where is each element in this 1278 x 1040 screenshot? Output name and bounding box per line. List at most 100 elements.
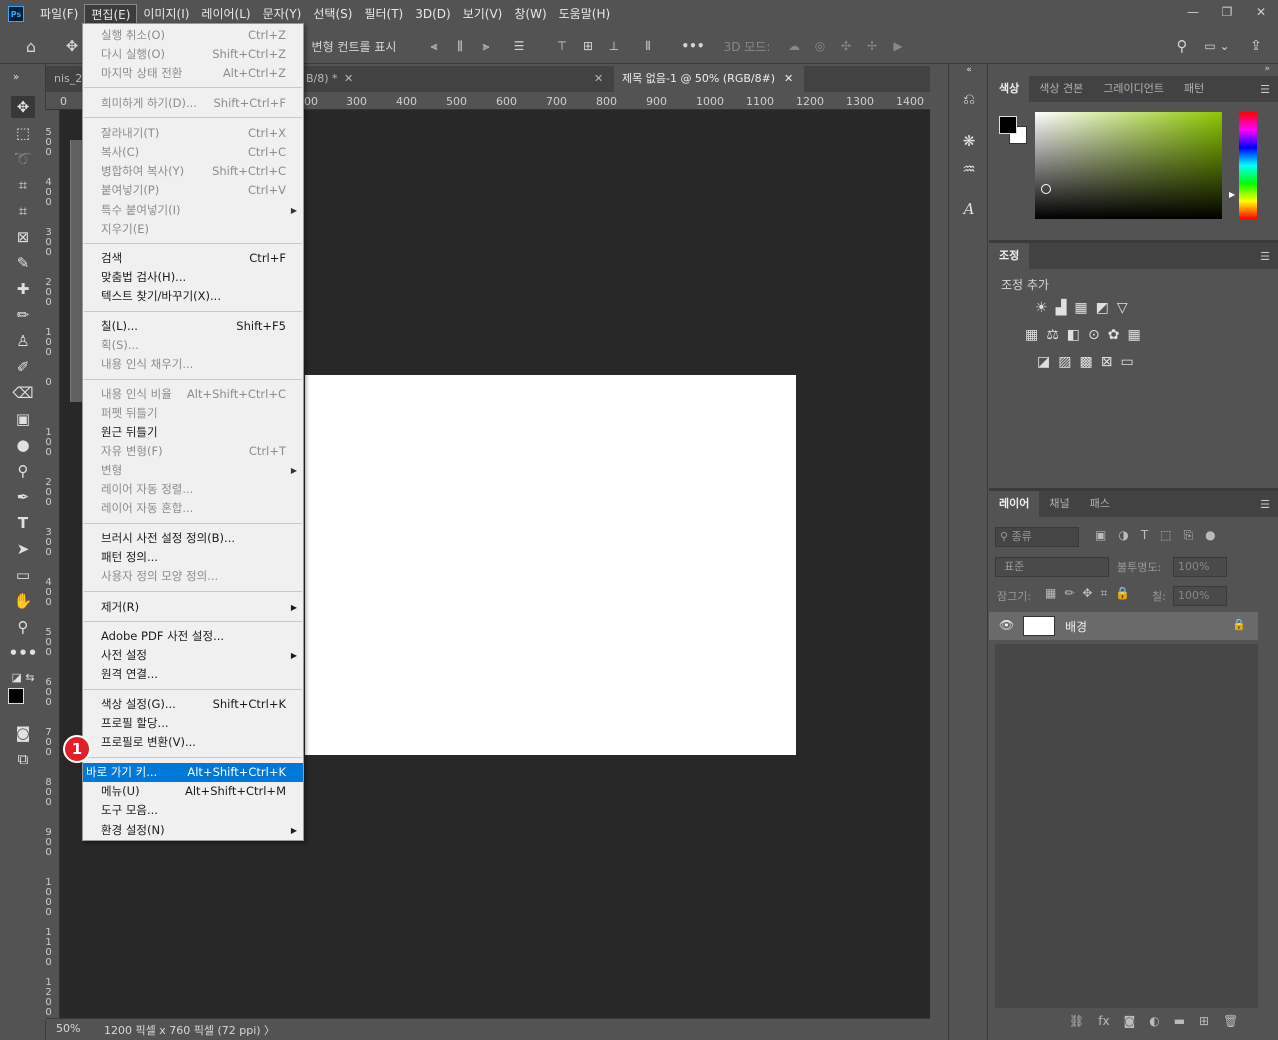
menu-item-cut[interactable]: 잘라내기(T) Ctrl+X xyxy=(83,124,303,143)
menu-item-convert-to-profile[interactable]: 프로필로 변환(V)... xyxy=(83,733,303,752)
zoom-tool-icon[interactable]: ⚲ xyxy=(11,616,35,638)
shape-filter-icon[interactable]: ⬚ xyxy=(1160,528,1171,543)
invert-icon[interactable]: ◪ xyxy=(1037,354,1050,370)
search-icon[interactable]: ⚲ xyxy=(1172,36,1192,56)
menu-item-toggle-last-state[interactable]: 마지막 상태 전환 Alt+Ctrl+Z xyxy=(83,64,303,83)
menu-3d[interactable]: 3D(D) xyxy=(409,4,456,24)
edit-toolbar-icon[interactable]: ••• xyxy=(9,642,38,664)
menu-item-menus[interactable]: 메뉴(U) Alt+Shift+Ctrl+M xyxy=(83,782,303,801)
posterize-icon[interactable]: ▨ xyxy=(1058,354,1071,370)
quick-mask-icon[interactable]: ◙ xyxy=(11,722,35,744)
zoom-level[interactable]: 50% xyxy=(56,1022,80,1035)
menu-item-purge[interactable]: 제거(R) ▶ xyxy=(83,598,303,617)
brush-tool-icon[interactable]: ✏ xyxy=(11,304,35,326)
menu-item-clear[interactable]: 지우기(E) xyxy=(83,220,303,239)
rectangle-tool-icon[interactable]: ▭ xyxy=(11,564,35,586)
character-icon[interactable]: A xyxy=(957,198,981,220)
frame-tool-icon[interactable]: ⊠ xyxy=(11,226,35,248)
menu-item-auto-align-layers[interactable]: 레이어 자동 정렬... xyxy=(83,480,303,499)
3d-pan-icon[interactable]: ✣ xyxy=(836,36,856,56)
adjustment-filter-icon[interactable]: ◑ xyxy=(1118,528,1128,543)
collapse-toolbar-icon[interactable]: » xyxy=(4,66,28,88)
hue-slider-arrow-icon[interactable]: ▶ xyxy=(1229,190,1235,199)
delete-layer-icon[interactable]: 🗑 xyxy=(1223,1014,1238,1028)
show-transform-controls-label[interactable]: 변형 컨트롤 표시 xyxy=(306,36,402,56)
history-brush-tool-icon[interactable]: ✐ xyxy=(11,356,35,378)
menu-item-undo[interactable]: 실행 취소(O) Ctrl+Z xyxy=(83,26,303,45)
color-lookup-icon[interactable]: ▦ xyxy=(1128,327,1141,343)
panel-menu-icon[interactable]: ☰ xyxy=(1260,250,1270,263)
path-selection-tool-icon[interactable]: ➤ xyxy=(11,538,35,560)
menu-filter[interactable]: 필터(T) xyxy=(358,4,409,24)
tab-close-icon[interactable]: ✕ xyxy=(784,66,793,92)
blend-mode-select[interactable]: 표준 xyxy=(995,557,1109,577)
menu-view[interactable]: 보기(V) xyxy=(457,4,509,24)
menu-file[interactable]: 파일(F) xyxy=(34,4,84,24)
link-layers-icon[interactable]: ⛓ xyxy=(1069,1014,1084,1028)
layer-row-background[interactable]: 👁 배경 🔒 xyxy=(989,612,1258,640)
blur-tool-icon[interactable]: ● xyxy=(11,434,35,456)
move-tool-icon[interactable]: ✥ xyxy=(62,36,82,56)
quick-select-tool-icon[interactable]: ⌗ xyxy=(11,174,35,196)
menu-item-redo[interactable]: 다시 실행(O) Shift+Ctrl+Z xyxy=(83,45,303,64)
menu-item-free-transform[interactable]: 자유 변형(F) Ctrl+T xyxy=(83,442,303,461)
lock-all-icon[interactable]: 🔒 xyxy=(1115,586,1130,601)
more-options-icon[interactable]: ••• xyxy=(682,36,705,56)
new-layer-icon[interactable]: ⊞ xyxy=(1199,1014,1209,1028)
vibrance-icon[interactable]: ▽ xyxy=(1117,300,1128,316)
menu-item-content-aware-scale[interactable]: 내용 인식 비율 Alt+Shift+Ctrl+C xyxy=(83,385,303,404)
collapse-panels-icon[interactable]: » xyxy=(1264,64,1270,74)
tab-patterns[interactable]: 패턴 xyxy=(1174,76,1214,102)
levels-icon[interactable]: ▟ xyxy=(1056,300,1067,316)
crop-tool-icon[interactable]: ⌗ xyxy=(11,200,35,222)
restore-button[interactable]: ❐ xyxy=(1210,0,1244,24)
type-filter-icon[interactable]: T xyxy=(1141,528,1148,543)
align-right-icon[interactable]: ⫸ xyxy=(478,36,494,56)
tab-swatches[interactable]: 색상 견본 xyxy=(1029,76,1093,102)
brightness-icon[interactable]: ☀ xyxy=(1035,300,1048,316)
menu-item-keyboard-shortcuts[interactable]: 바로 가기 키... Alt+Shift+Ctrl+K xyxy=(83,763,303,782)
opacity-input[interactable]: 100% xyxy=(1173,557,1227,577)
layer-style-icon[interactable]: fx xyxy=(1098,1014,1109,1028)
menu-layer[interactable]: 레이어(L) xyxy=(195,4,256,24)
color-picker-marker[interactable] xyxy=(1041,184,1051,194)
share-icon[interactable]: ⇪ xyxy=(1246,36,1266,56)
layer-name[interactable]: 배경 xyxy=(1065,618,1087,635)
eraser-tool-icon[interactable]: ⌫ xyxy=(11,382,35,404)
document-canvas[interactable] xyxy=(305,375,796,755)
align-left-icon[interactable]: ⫷ xyxy=(426,36,442,56)
menu-window[interactable]: 창(W) xyxy=(508,4,552,24)
healing-brush-tool-icon[interactable]: ✚ xyxy=(11,278,35,300)
color-balance-icon[interactable]: ⚖ xyxy=(1046,327,1059,343)
menu-item-search[interactable]: 검색 Ctrl+F xyxy=(83,249,303,268)
tab-close-icon[interactable]: ✕ xyxy=(344,66,353,92)
foreground-color-swatch[interactable] xyxy=(999,116,1017,134)
menu-item-paste[interactable]: 붙여넣기(P) Ctrl+V xyxy=(83,181,303,200)
workspace-icon[interactable]: ▭ ⌄ xyxy=(1202,36,1232,56)
menu-item-puppet-warp[interactable]: 퍼펫 뒤틀기 xyxy=(83,404,303,423)
align-middle-icon[interactable]: ⊞ xyxy=(580,36,596,56)
menu-item-content-aware-fill[interactable]: 내용 인식 채우기... xyxy=(83,355,303,374)
distribute-icon[interactable]: ☰ xyxy=(510,36,528,56)
swap-colors-icon[interactable]: ◪ ⇆ xyxy=(11,666,35,688)
menu-item-toolbar[interactable]: 도구 모음... xyxy=(83,801,303,820)
smart-object-filter-icon[interactable]: ⎘ xyxy=(1184,528,1194,543)
selective-color-icon[interactable]: ⊠ xyxy=(1101,354,1113,370)
menu-item-presets[interactable]: 사전 설정 ▶ xyxy=(83,646,303,665)
menu-edit[interactable]: 편집(E) xyxy=(84,4,138,24)
layer-lock-icon[interactable]: 🔒 xyxy=(1232,618,1246,631)
menu-item-fill[interactable]: 칠(L)... Shift+F5 xyxy=(83,317,303,336)
menu-item-preferences[interactable]: 환경 설정(N) ▶ xyxy=(83,821,303,840)
menu-item-define-custom-shape[interactable]: 사용자 정의 모양 정의... xyxy=(83,567,303,586)
menu-item-remote-connections[interactable]: 원격 연결... xyxy=(83,665,303,684)
move-tool-icon[interactable]: ✥ xyxy=(11,96,35,118)
3d-orbit-icon[interactable]: ☁ xyxy=(784,36,804,56)
menu-item-check-spelling[interactable]: 맞춤법 검사(H)... xyxy=(83,268,303,287)
menu-item-find-replace[interactable]: 텍스트 찾기/바꾸기(X)... xyxy=(83,287,303,306)
new-group-icon[interactable]: ▬ xyxy=(1174,1014,1185,1028)
pen-tool-icon[interactable]: ✒ xyxy=(11,486,35,508)
3d-camera-icon[interactable]: ▶ xyxy=(888,36,908,56)
tab-channels[interactable]: 채널 xyxy=(1039,491,1079,517)
threshold-icon[interactable]: ▩ xyxy=(1079,354,1092,370)
layer-kind-filter[interactable]: ⚲ 종류 xyxy=(995,527,1079,547)
